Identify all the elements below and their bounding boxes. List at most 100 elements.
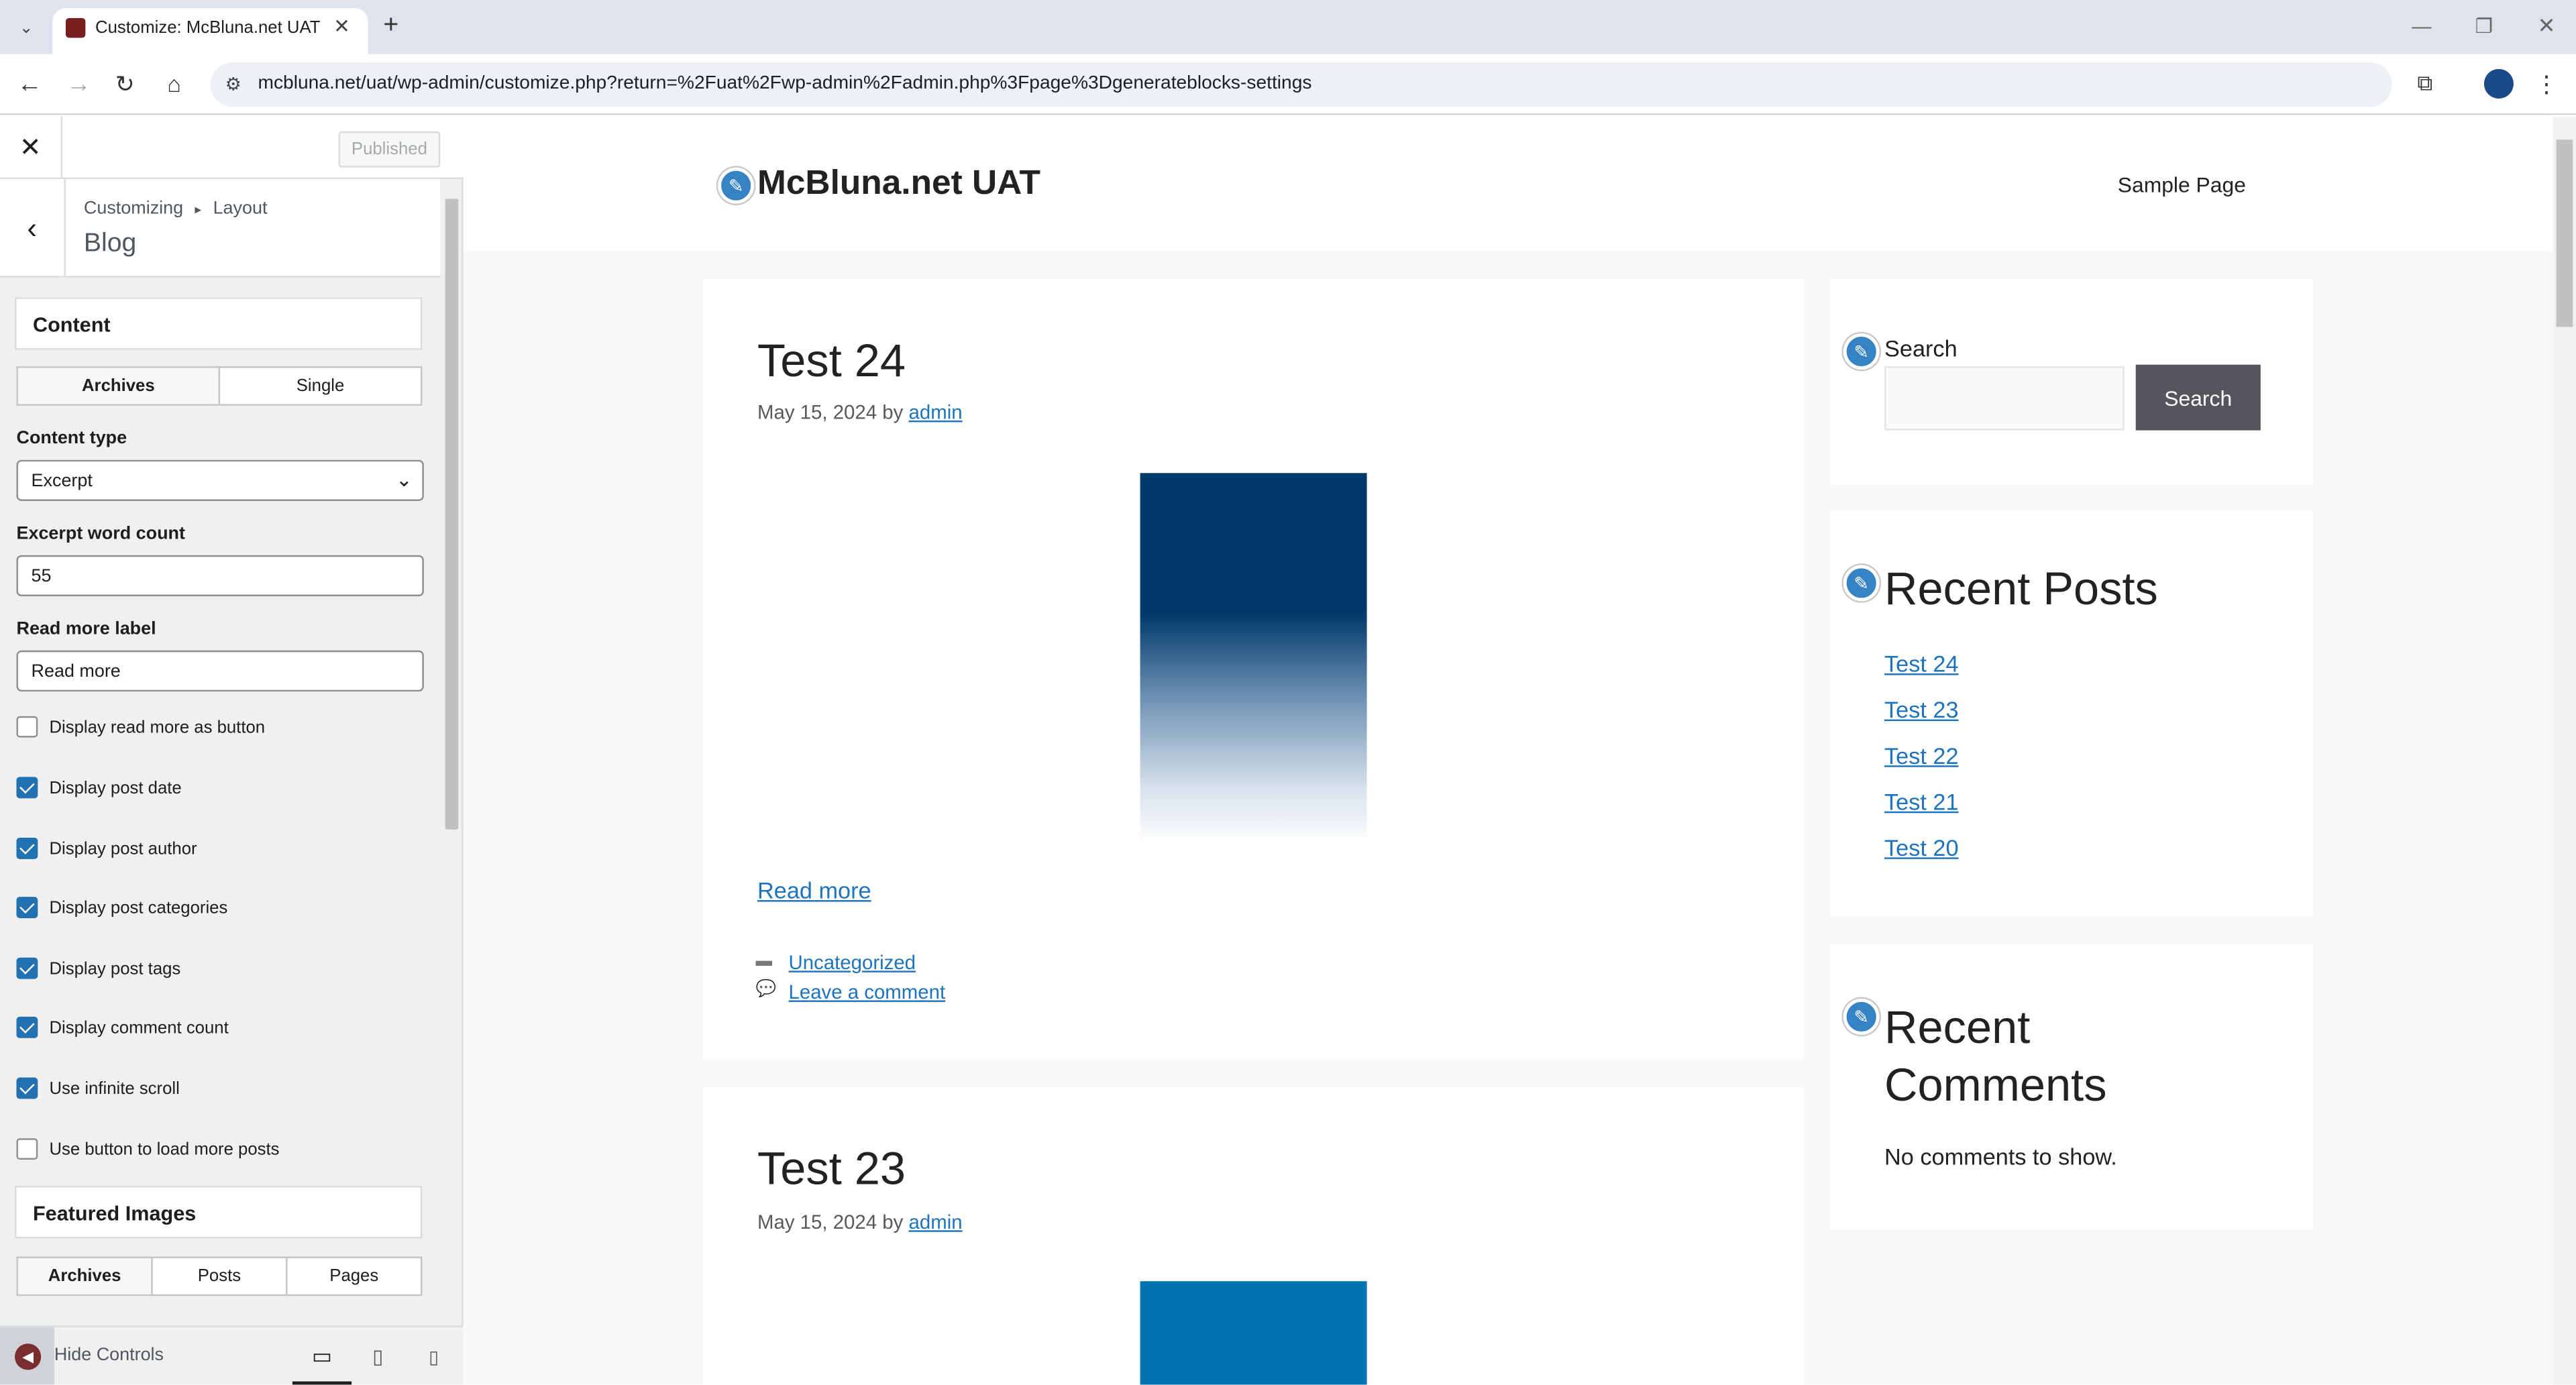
checkbox[interactable] [16,716,38,738]
featured-heading-box: Featured Images [15,1186,423,1239]
site-title[interactable]: McBluna.net UAT [757,164,1040,204]
browser-tab[interactable]: Customize: McBluna.net UAT ✕ [52,8,368,54]
recent-post-link[interactable]: Test 20 [1884,834,1959,861]
recent-post-link[interactable]: Test 22 [1884,742,1959,769]
post-date: May 15, 2024 [757,400,877,424]
post-title[interactable]: Test 24 [757,335,906,388]
panel-scrollbar-thumb[interactable] [445,199,459,830]
published-button[interactable]: Published [338,131,441,168]
content-heading: Content [32,313,111,337]
page-scrollbar-thumb[interactable] [2556,140,2573,327]
excerpt-word-count-input[interactable]: 55 [16,555,424,596]
recent-post-link[interactable]: Test 23 [1884,696,1959,722]
recent-posts-title: Recent Posts [1884,563,2158,614]
recent-post-link[interactable]: Test 24 [1884,651,1959,677]
breadcrumb-separator: ▸ [195,202,202,217]
option-load-more-button[interactable]: Use button to load more posts [16,1138,280,1160]
desktop-preview-icon[interactable]: ▭ [306,1340,339,1373]
readmore-label: Read more label [16,619,156,639]
option-comment-count[interactable]: Display comment count [16,1016,229,1038]
mobile-preview-icon[interactable]: ▯ [417,1340,450,1373]
tab-title: Customize: McBluna.net UAT [95,17,321,38]
browser-tab-bar: ⌄ Customize: McBluna.net UAT ✕ + — ❐ ✕ [0,0,2576,54]
checkbox[interactable] [16,1138,38,1160]
content-type-label: Content type [16,429,127,449]
post-author-link[interactable]: admin [909,401,963,424]
recent-comments-title: Recent Comments [1884,1001,2107,1111]
forward-icon[interactable]: → [62,67,95,100]
site-favicon-icon [65,17,86,38]
option-post-author[interactable]: Display post author [16,837,197,859]
edit-shortcut-icon[interactable]: ✎ [718,167,755,204]
search-input[interactable] [1884,366,2125,431]
option-post-date[interactable]: Display post date [16,777,182,799]
checkbox[interactable] [16,1016,38,1038]
edit-shortcut-icon[interactable]: ✎ [1843,333,1880,370]
hide-controls-label[interactable]: Hide Controls [54,1345,164,1365]
site-preview: ✎ McBluna.net UAT Sample Page Test 24 Ma… [463,116,2553,1385]
extensions-icon[interactable]: ⧉ [2408,67,2441,100]
readmore-value: Read more [31,661,121,682]
chevron-down-icon: ⌄ [396,467,413,492]
featured-image[interactable] [1140,473,1367,844]
option-post-tags[interactable]: Display post tags [16,957,180,979]
read-more-label-input[interactable]: Read more [16,650,424,692]
back-icon[interactable]: ← [13,67,46,100]
featured-image[interactable] [1140,1281,1367,1385]
post-card: Test 24 May 15, 2024 by admin Read more … [703,279,1805,1060]
category-link[interactable]: Uncategorized [789,951,916,974]
recent-post-link[interactable]: Test 21 [1884,789,1959,815]
tablet-preview-icon[interactable]: ▯ [362,1340,394,1373]
new-tab-icon[interactable]: + [374,10,407,43]
tab-featured-archives[interactable]: Archives [17,1258,153,1294]
option-post-categories[interactable]: Display post categories [16,897,227,918]
breadcrumb: Customizing ▸ Layout [84,199,268,218]
browser-menu-icon[interactable]: ⋮ [2530,67,2563,100]
nav-sample-page[interactable]: Sample Page [2118,172,2246,197]
checkbox[interactable] [16,897,38,918]
post-date: May 15, 2024 [757,1210,877,1234]
recent-comments-widget: ✎ Recent Comments No comments to show. [1830,944,2314,1231]
search-widget-title: Search [1884,335,1957,362]
post-author-link[interactable]: admin [909,1211,963,1233]
close-window-icon[interactable]: ✕ [2527,10,2567,43]
checkbox[interactable] [16,777,38,799]
checkbox[interactable] [16,1077,38,1099]
restore-icon[interactable]: ❐ [2464,10,2504,43]
tab-search-chevron-icon[interactable]: ⌄ [10,11,43,44]
address-bar[interactable]: ⚙ mcbluna.net/uat/wp-admin/customize.php… [210,62,2392,107]
edit-shortcut-icon[interactable]: ✎ [1843,565,1880,602]
leave-comment-link[interactable]: Leave a comment [789,981,946,1003]
back-section-icon[interactable]: ‹ [0,178,66,278]
edit-shortcut-icon[interactable]: ✎ [1843,998,1880,1035]
page-scrollbar[interactable] [2553,116,2576,1385]
read-more-link[interactable]: Read more [757,877,871,903]
customizer-footer: ◀ Hide Controls ▭ ▯ ▯ [0,1325,464,1385]
post-meta: May 15, 2024 by admin [757,1211,963,1233]
post-title[interactable]: Test 23 [757,1144,906,1196]
tab-single[interactable]: Single [220,368,421,404]
search-button[interactable]: Search [2135,364,2261,431]
checkbox[interactable] [16,957,38,979]
site-info-icon[interactable]: ⚙ [220,70,246,97]
reload-icon[interactable]: ↻ [109,67,142,100]
recent-posts-widget: ✎ Recent Posts Test 24 Test 23 Test 22 T… [1830,510,2314,917]
home-icon[interactable]: ⌂ [158,67,191,100]
content-type-select[interactable]: Excerpt ⌄ [16,459,424,501]
collapse-arrow-icon[interactable]: ◀ [15,1343,42,1370]
tab-featured-pages[interactable]: Pages [288,1258,421,1294]
checkbox[interactable] [16,837,38,859]
option-infinite-scroll[interactable]: Use infinite scroll [16,1077,180,1099]
tab-archives[interactable]: Archives [17,368,221,404]
panel-scrollbar[interactable] [440,178,462,1385]
tab-featured-posts[interactable]: Posts [153,1258,288,1294]
profile-avatar[interactable] [2483,68,2514,99]
breadcrumb-root: Customizing [83,199,184,219]
post-meta: May 15, 2024 by admin [757,401,963,424]
close-tab-icon[interactable]: ✕ [329,13,355,40]
option-read-more-button[interactable]: Display read more as button [16,716,265,738]
post-by: by [882,1210,904,1234]
minimize-icon[interactable]: — [2402,10,2441,43]
close-customizer-icon[interactable]: ✕ [0,116,63,179]
featured-heading: Featured Images [32,1202,197,1225]
